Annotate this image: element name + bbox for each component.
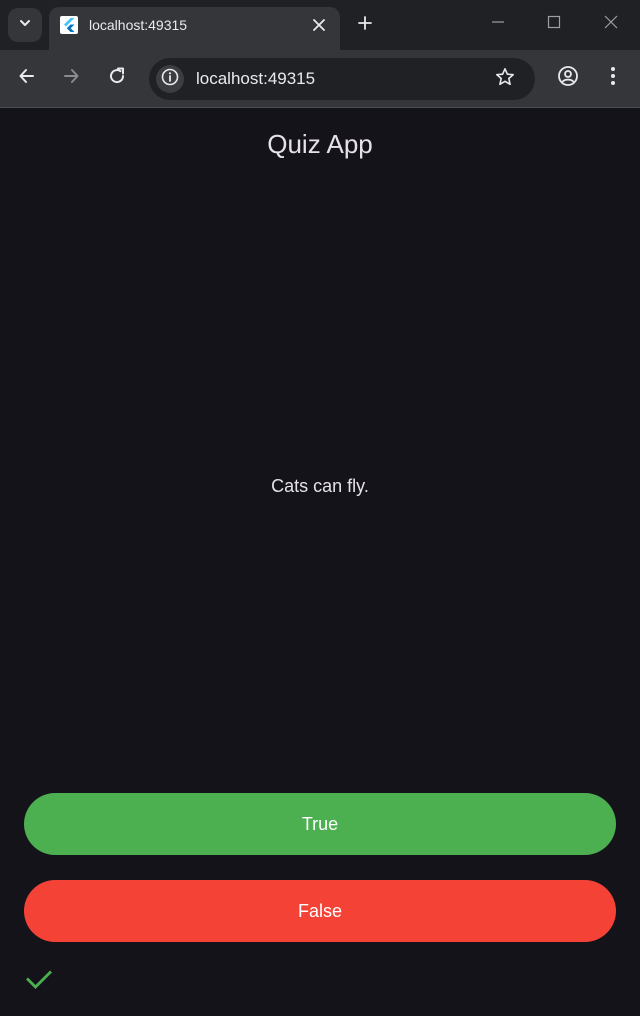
true-button[interactable]: True: [24, 793, 616, 855]
window-close-icon: [603, 14, 619, 35]
profile-icon: [557, 65, 579, 92]
maximize-button[interactable]: [544, 14, 564, 34]
false-button-label: False: [297, 900, 342, 921]
star-icon: [495, 67, 515, 92]
minimize-icon: [491, 15, 505, 34]
back-button[interactable]: [14, 65, 40, 91]
profile-button[interactable]: [555, 65, 581, 91]
browser-tab[interactable]: localhost:49315: [49, 7, 340, 50]
info-icon: [161, 68, 179, 91]
close-icon[interactable]: [310, 16, 328, 34]
app-title: Quiz App: [267, 129, 373, 159]
flutter-favicon-icon: [60, 16, 78, 34]
arrow-right-icon: [61, 66, 81, 91]
arrow-left-icon: [17, 66, 37, 91]
false-button[interactable]: False: [24, 880, 616, 942]
url-text[interactable]: localhost:49315: [196, 69, 315, 89]
question-text: Cats can fly.: [271, 476, 369, 496]
tab-title: localhost:49315: [89, 17, 188, 33]
browser-toolbar: localhost:49315: [0, 50, 640, 108]
new-tab-button[interactable]: [352, 12, 378, 38]
forward-button[interactable]: [58, 65, 84, 91]
window-close-button[interactable]: [601, 14, 621, 34]
chevron-down-icon: [18, 16, 32, 35]
bookmark-button[interactable]: [493, 67, 517, 91]
site-info-button[interactable]: [156, 65, 184, 93]
tab-search-button[interactable]: [8, 8, 42, 42]
plus-icon: [357, 15, 373, 36]
menu-button[interactable]: [600, 65, 626, 91]
quiz-app: Quiz App Cats can fly. True False: [0, 108, 640, 1016]
browser-tab-strip: localhost:49315: [0, 0, 640, 50]
true-button-label: True: [301, 813, 339, 834]
minimize-button[interactable]: [488, 14, 508, 34]
maximize-icon: [547, 15, 561, 34]
more-vertical-icon: [610, 66, 616, 91]
reload-button[interactable]: [104, 65, 130, 91]
score-keeper: [24, 966, 54, 996]
reload-icon: [107, 66, 127, 91]
address-bar[interactable]: localhost:49315: [149, 58, 535, 100]
check-icon: [24, 964, 54, 999]
